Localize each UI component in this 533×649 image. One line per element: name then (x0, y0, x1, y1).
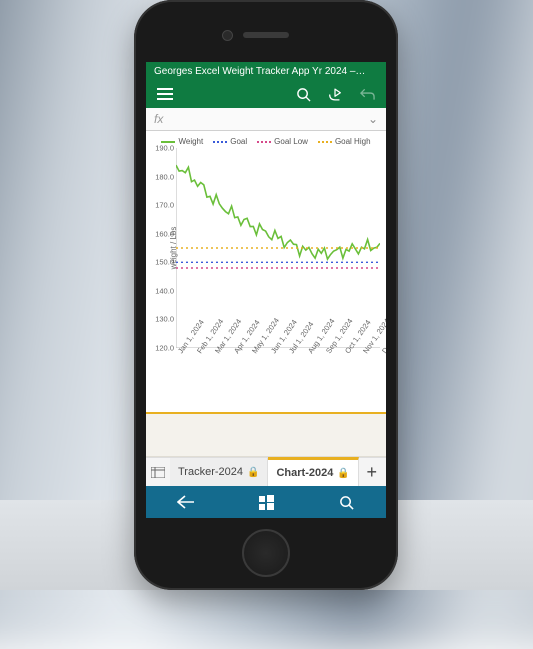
share-button[interactable] (322, 81, 348, 107)
os-nav-bar (146, 486, 386, 518)
y-tick: 150.0 (150, 258, 174, 267)
y-tick: 160.0 (150, 229, 174, 238)
y-tick: 120.0 (150, 344, 174, 353)
legend-goal-low: Goal Low (274, 137, 308, 146)
y-tick: 130.0 (150, 315, 174, 324)
windows-icon (259, 495, 274, 510)
os-search-button[interactable] (306, 486, 386, 518)
series-weight (176, 165, 380, 259)
chart-area[interactable]: Weight Goal Goal Low Goal High weight / … (146, 131, 386, 412)
app-toolbar (146, 80, 386, 108)
fx-label: fx (154, 112, 174, 126)
hamburger-icon (157, 88, 173, 100)
back-button[interactable] (146, 486, 226, 518)
search-icon (296, 87, 311, 102)
tab-chart-2024[interactable]: Chart-2024 🔒 (268, 457, 358, 486)
home-button[interactable] (242, 529, 290, 577)
x-axis: Jan 1, 2024Feb 1, 2024Mar 1, 2024Apr 1, … (176, 348, 380, 394)
sheets-list-button[interactable] (146, 458, 170, 486)
undo-button[interactable] (354, 81, 380, 107)
legend-goal-high: Goal High (335, 137, 371, 146)
menu-button[interactable] (152, 81, 178, 107)
tab-tracker-2024[interactable]: Tracker-2024 🔒 (170, 458, 268, 486)
chart-legend: Weight Goal Goal Low Goal High (148, 137, 384, 146)
tab-label: Chart-2024 (276, 467, 333, 479)
y-tick: 180.0 (150, 172, 174, 181)
y-tick: 190.0 (150, 144, 174, 153)
y-tick: 140.0 (150, 286, 174, 295)
add-sheet-button[interactable]: + (359, 458, 385, 486)
phone-frame: Georges Excel Weight Tracker App Yr 2024… (134, 0, 398, 590)
sheets-icon (151, 467, 165, 478)
formula-bar[interactable]: fx ⌄ (146, 108, 386, 131)
window-title: Georges Excel Weight Tracker App Yr 2024… (146, 62, 386, 80)
expand-formula-icon[interactable]: ⌄ (368, 112, 378, 126)
back-icon (177, 495, 195, 509)
search-icon (339, 495, 354, 510)
lock-icon: 🔒 (337, 468, 349, 479)
undo-icon (360, 87, 375, 101)
app-screen: Georges Excel Weight Tracker App Yr 2024… (146, 62, 386, 518)
spreadsheet-ribbon (146, 412, 386, 457)
y-tick: 170.0 (150, 201, 174, 210)
share-icon (327, 87, 343, 102)
legend-goal: Goal (230, 137, 247, 146)
sheet-tabs: Tracker-2024 🔒 Chart-2024 🔒 + (146, 457, 386, 486)
start-button[interactable] (226, 486, 306, 518)
search-button[interactable] (290, 81, 316, 107)
legend-weight: Weight (178, 137, 203, 146)
lock-icon: 🔒 (247, 467, 259, 478)
tab-label: Tracker-2024 (178, 466, 243, 478)
